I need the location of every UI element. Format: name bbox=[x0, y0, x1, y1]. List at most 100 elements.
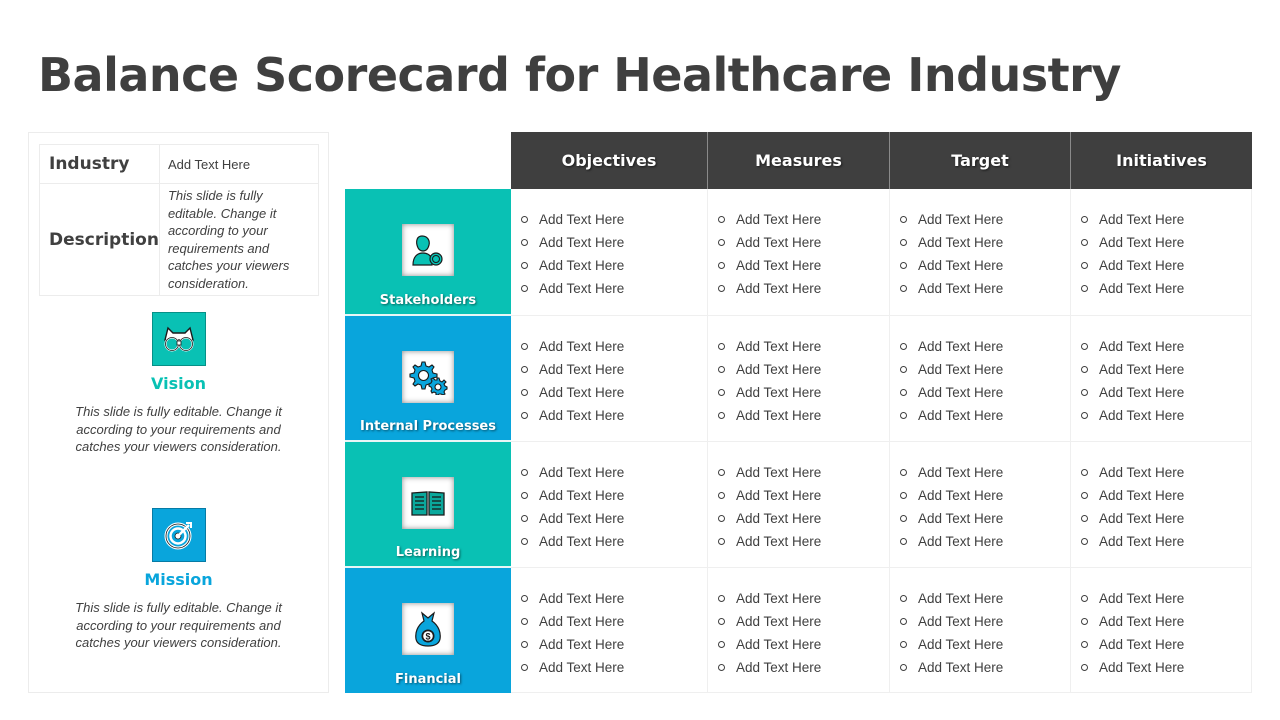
bullet-item[interactable]: Add Text Here bbox=[708, 587, 889, 610]
bullet-item[interactable]: Add Text Here bbox=[511, 254, 707, 277]
cell-stakeholders-measures: Add Text Here Add Text Here Add Text Here A… bbox=[708, 189, 890, 316]
bullet-item[interactable]: Add Text Here bbox=[1071, 530, 1251, 553]
bullet-circle-icon bbox=[521, 618, 528, 625]
bullet-item[interactable]: Add Text Here bbox=[708, 335, 889, 358]
bullet-circle-icon bbox=[1081, 412, 1088, 419]
money-bag-icon: $ bbox=[402, 603, 454, 655]
bullet-item[interactable]: Add Text Here bbox=[511, 530, 707, 553]
bullet-text: Add Text Here bbox=[736, 511, 822, 526]
bullet-item[interactable]: Add Text Here bbox=[890, 231, 1070, 254]
bullet-item[interactable]: Add Text Here bbox=[890, 208, 1070, 231]
bullet-item[interactable]: Add Text Here bbox=[511, 231, 707, 254]
bullet-item[interactable]: Add Text Here bbox=[511, 656, 707, 679]
bullet-item[interactable]: Add Text Here bbox=[708, 484, 889, 507]
bullet-item[interactable]: Add Text Here bbox=[708, 656, 889, 679]
bullet-circle-icon bbox=[900, 216, 907, 223]
bullet-text: Add Text Here bbox=[918, 637, 1004, 652]
bullet-text: Add Text Here bbox=[736, 614, 822, 629]
bullet-text: Add Text Here bbox=[1099, 534, 1185, 549]
bullet-item[interactable]: Add Text Here bbox=[890, 277, 1070, 300]
bullet-item[interactable]: Add Text Here bbox=[890, 633, 1070, 656]
bullet-text: Add Text Here bbox=[539, 660, 625, 675]
bullet-item[interactable]: Add Text Here bbox=[708, 507, 889, 530]
bullet-item[interactable]: Add Text Here bbox=[890, 656, 1070, 679]
bullet-item[interactable]: Add Text Here bbox=[1071, 358, 1251, 381]
bullet-item[interactable]: Add Text Here bbox=[1071, 656, 1251, 679]
bullet-item[interactable]: Add Text Here bbox=[890, 335, 1070, 358]
bullet-item[interactable]: Add Text Here bbox=[1071, 484, 1251, 507]
cell-learning-objectives: Add Text Here Add Text Here Add Text Here A… bbox=[511, 442, 708, 568]
target-icon bbox=[151, 508, 206, 562]
bullet-item[interactable]: Add Text Here bbox=[890, 530, 1070, 553]
bullet-circle-icon bbox=[900, 343, 907, 350]
bullet-text: Add Text Here bbox=[539, 339, 625, 354]
book-icon bbox=[402, 477, 454, 529]
bullet-item[interactable]: Add Text Here bbox=[708, 208, 889, 231]
bullet-item[interactable]: Add Text Here bbox=[511, 335, 707, 358]
bullet-item[interactable]: Add Text Here bbox=[511, 358, 707, 381]
bullet-circle-icon bbox=[718, 412, 725, 419]
bullet-item[interactable]: Add Text Here bbox=[890, 358, 1070, 381]
bullet-text: Add Text Here bbox=[1099, 212, 1185, 227]
bullet-item[interactable]: Add Text Here bbox=[890, 484, 1070, 507]
bullet-item[interactable]: Add Text Here bbox=[511, 484, 707, 507]
bullet-item[interactable]: Add Text Here bbox=[708, 530, 889, 553]
bullet-item[interactable]: Add Text Here bbox=[1071, 610, 1251, 633]
bullet-item[interactable]: Add Text Here bbox=[511, 461, 707, 484]
column-header-measures: Measures bbox=[708, 132, 890, 189]
bullet-circle-icon bbox=[521, 595, 528, 602]
bullet-item[interactable]: Add Text Here bbox=[1071, 335, 1251, 358]
bullet-item[interactable]: Add Text Here bbox=[1071, 254, 1251, 277]
bullet-item[interactable]: Add Text Here bbox=[890, 254, 1070, 277]
bullet-item[interactable]: Add Text Here bbox=[1071, 404, 1251, 427]
bullet-item[interactable]: Add Text Here bbox=[511, 404, 707, 427]
bullet-circle-icon bbox=[521, 285, 528, 292]
stakeholder-icon bbox=[402, 224, 454, 276]
bullet-item[interactable]: Add Text Here bbox=[708, 358, 889, 381]
bullet-circle-icon bbox=[718, 262, 725, 269]
bullet-item[interactable]: Add Text Here bbox=[708, 461, 889, 484]
bullet-item[interactable]: Add Text Here bbox=[511, 633, 707, 656]
bullet-circle-icon bbox=[1081, 618, 1088, 625]
bullet-item[interactable]: Add Text Here bbox=[511, 587, 707, 610]
bullet-circle-icon bbox=[521, 389, 528, 396]
bullet-item[interactable]: Add Text Here bbox=[511, 277, 707, 300]
bullet-item[interactable]: Add Text Here bbox=[511, 610, 707, 633]
bullet-item[interactable]: Add Text Here bbox=[708, 633, 889, 656]
bullet-item[interactable]: Add Text Here bbox=[890, 461, 1070, 484]
bullet-text: Add Text Here bbox=[539, 258, 625, 273]
bullet-item[interactable]: Add Text Here bbox=[890, 507, 1070, 530]
bullet-item[interactable]: Add Text Here bbox=[511, 208, 707, 231]
bullet-item[interactable]: Add Text Here bbox=[890, 610, 1070, 633]
bullet-text: Add Text Here bbox=[918, 339, 1004, 354]
bullet-item[interactable]: Add Text Here bbox=[1071, 381, 1251, 404]
bullet-item[interactable]: Add Text Here bbox=[890, 381, 1070, 404]
bullet-item[interactable]: Add Text Here bbox=[708, 254, 889, 277]
bullet-circle-icon bbox=[718, 515, 725, 522]
bullet-item[interactable]: Add Text Here bbox=[890, 404, 1070, 427]
industry-value[interactable]: Add Text Here bbox=[158, 144, 320, 184]
bullet-item[interactable]: Add Text Here bbox=[708, 381, 889, 404]
cell-internal-processes-measures: Add Text Here Add Text Here Add Text Here A… bbox=[708, 316, 890, 442]
description-value[interactable]: This slide is fully editable. Change it … bbox=[158, 183, 320, 296]
bullet-text: Add Text Here bbox=[1099, 660, 1185, 675]
bullet-item[interactable]: Add Text Here bbox=[511, 381, 707, 404]
bullet-item[interactable]: Add Text Here bbox=[708, 277, 889, 300]
bullet-item[interactable]: Add Text Here bbox=[511, 507, 707, 530]
bullet-item[interactable]: Add Text Here bbox=[1071, 507, 1251, 530]
bullet-item[interactable]: Add Text Here bbox=[1071, 461, 1251, 484]
bullet-item[interactable]: Add Text Here bbox=[1071, 231, 1251, 254]
bullet-item[interactable]: Add Text Here bbox=[1071, 633, 1251, 656]
bullet-item[interactable]: Add Text Here bbox=[708, 610, 889, 633]
bullet-item[interactable]: Add Text Here bbox=[1071, 277, 1251, 300]
bullet-item[interactable]: Add Text Here bbox=[890, 587, 1070, 610]
bullet-text: Add Text Here bbox=[918, 408, 1004, 423]
row-header-learning: Learning bbox=[345, 442, 511, 568]
row-label-learning: Learning bbox=[395, 545, 461, 560]
bullet-item[interactable]: Add Text Here bbox=[708, 231, 889, 254]
row-label-internal-processes: Internal Processes bbox=[360, 419, 496, 434]
bullet-item[interactable]: Add Text Here bbox=[1071, 587, 1251, 610]
bullet-item[interactable]: Add Text Here bbox=[1071, 208, 1251, 231]
bullet-item[interactable]: Add Text Here bbox=[708, 404, 889, 427]
bullet-circle-icon bbox=[521, 492, 528, 499]
